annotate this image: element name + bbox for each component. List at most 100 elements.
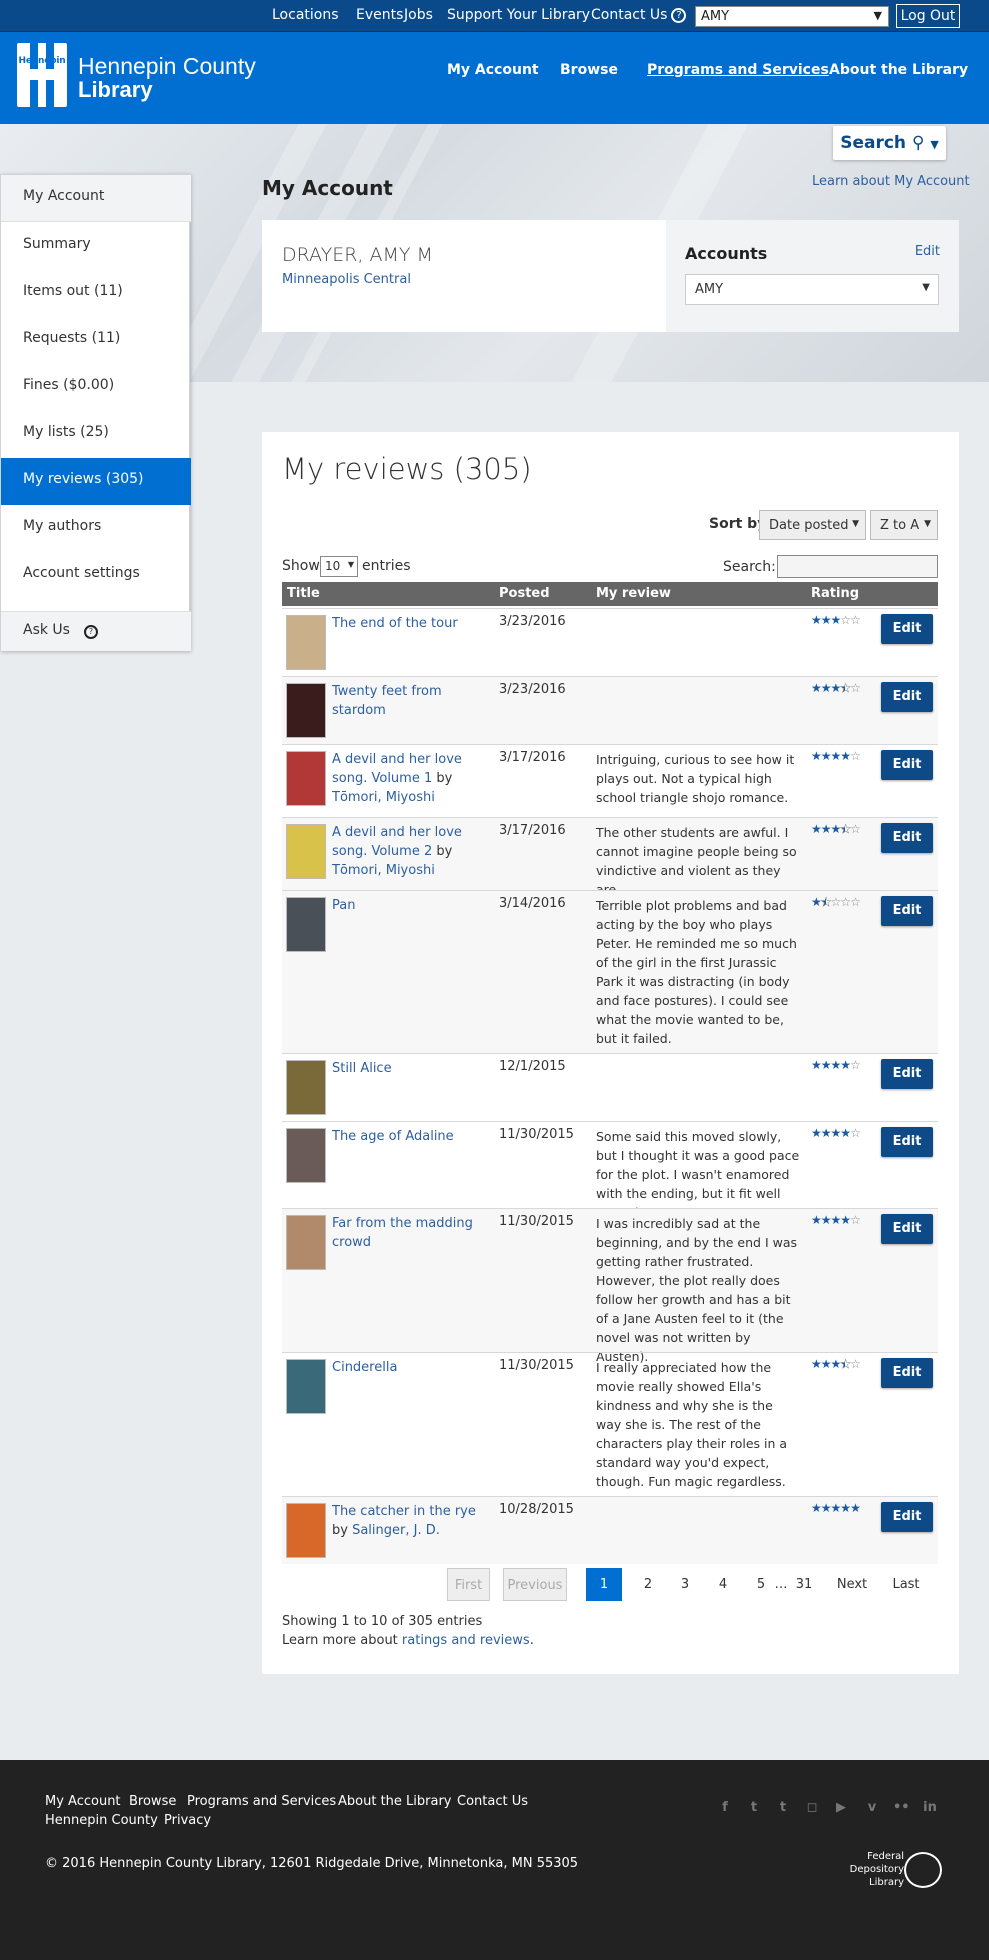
edit-review-button[interactable]: Edit: [881, 1127, 933, 1157]
pager-page-31[interactable]: 31: [789, 1568, 819, 1601]
star-icon: ★: [820, 681, 832, 695]
accounts-select[interactable]: AMY ▼: [685, 274, 939, 305]
by-label: by: [332, 1523, 353, 1538]
author-link[interactable]: Tōmori, Miyoshi: [332, 790, 435, 805]
cover-image[interactable]: [286, 897, 326, 952]
edit-review-button[interactable]: Edit: [881, 682, 933, 712]
star-icon: ★: [820, 1501, 832, 1515]
cover-image[interactable]: [286, 683, 326, 738]
utility-link-jobs[interactable]: Jobs: [404, 7, 433, 23]
cover-image[interactable]: [286, 615, 326, 670]
column-header-posted[interactable]: Posted: [499, 586, 550, 601]
footer-link-my-account[interactable]: My Account: [45, 1794, 121, 1809]
instagram-icon[interactable]: ◻: [804, 1800, 820, 1816]
sidebar-item-fines[interactable]: Fines ($0.00): [1, 364, 191, 411]
title-link[interactable]: Far from the madding crowd: [332, 1214, 482, 1252]
edit-review-button[interactable]: Edit: [881, 823, 933, 853]
title-link[interactable]: Twenty feet from stardom: [332, 682, 482, 720]
pager-previous[interactable]: Previous: [503, 1568, 567, 1601]
title-link[interactable]: Cinderella: [332, 1358, 482, 1377]
vimeo-icon[interactable]: v: [864, 1800, 880, 1816]
utility-link-contact[interactable]: Contact Us?: [591, 7, 687, 23]
footer-link-hennepin-county[interactable]: Hennepin County: [45, 1813, 158, 1828]
author-link[interactable]: Tōmori, Miyoshi: [332, 863, 435, 878]
sidebar-item-ask-us[interactable]: Ask Us?: [1, 611, 191, 651]
edit-review-button[interactable]: Edit: [881, 1502, 933, 1532]
title-link[interactable]: The end of the tour: [332, 614, 482, 633]
title-link[interactable]: Pan: [332, 896, 482, 915]
flickr-icon[interactable]: ••: [893, 1800, 910, 1816]
ratings-and-reviews-link[interactable]: ratings and reviews: [402, 1633, 530, 1648]
utility-link-support[interactable]: Support Your Library: [447, 7, 590, 23]
cover-image[interactable]: [286, 824, 326, 879]
nav-my-account[interactable]: My Account: [447, 62, 539, 78]
table-search-input[interactable]: [777, 555, 938, 578]
logout-button[interactable]: Log Out: [896, 4, 960, 28]
sidebar-item-my-lists[interactable]: My lists (25): [1, 411, 191, 458]
edit-review-button[interactable]: Edit: [881, 896, 933, 926]
utility-link-locations[interactable]: Locations: [272, 7, 339, 23]
sort-field-select[interactable]: Date posted ▼: [759, 510, 866, 540]
title-link[interactable]: A devil and her love song. Volume 2 by T…: [332, 823, 482, 880]
cover-image[interactable]: [286, 1060, 326, 1115]
sidebar-item-account-settings[interactable]: Account settings: [1, 552, 191, 599]
edit-review-button[interactable]: Edit: [881, 750, 933, 780]
sidebar-item-items-out[interactable]: Items out (11): [1, 270, 191, 317]
nav-about-the-library[interactable]: About the Library: [829, 62, 968, 78]
star-icon: ★: [820, 1357, 832, 1371]
sidebar-item-requests[interactable]: Requests (11): [1, 317, 191, 364]
tumblr-icon[interactable]: t: [775, 1800, 791, 1816]
sidebar-item-summary[interactable]: Summary: [1, 223, 191, 270]
sidebar-item-my-reviews[interactable]: My reviews (305): [1, 458, 191, 505]
learn-about-my-account-link[interactable]: Learn about My Account: [812, 174, 970, 189]
pager-last[interactable]: Last: [886, 1568, 926, 1601]
cover-image[interactable]: [286, 1359, 326, 1414]
accounts-edit-link[interactable]: Edit: [915, 244, 940, 259]
sort-order-select[interactable]: Z to A ▼: [870, 510, 938, 540]
search-toggle-button[interactable]: Search ⚲ ▼: [833, 126, 946, 160]
author-link[interactable]: Salinger, J. D.: [352, 1523, 440, 1538]
column-header-rating[interactable]: Rating: [811, 586, 859, 601]
pager-page-5[interactable]: 5: [748, 1568, 774, 1601]
title-link[interactable]: The age of Adaline: [332, 1127, 482, 1146]
cover-image[interactable]: [286, 1503, 326, 1558]
nav-programs-and-services[interactable]: Programs and Services: [647, 62, 829, 78]
edit-review-button[interactable]: Edit: [881, 1059, 933, 1089]
nav-browse[interactable]: Browse: [560, 62, 618, 78]
star-icon: ★: [830, 681, 842, 695]
twitter-icon[interactable]: t: [746, 1800, 762, 1816]
pager-page-2[interactable]: 2: [635, 1568, 661, 1601]
footer-link-programs[interactable]: Programs and Services: [187, 1794, 336, 1809]
pager-page-4[interactable]: 4: [710, 1568, 736, 1601]
account-switcher-select[interactable]: AMY ▼: [695, 6, 889, 27]
star-icon: ★: [820, 822, 832, 836]
cover-image[interactable]: [286, 751, 326, 806]
youtube-icon[interactable]: ▶: [833, 1800, 849, 1816]
title-link[interactable]: A devil and her love song. Volume 1 by T…: [332, 750, 482, 807]
edit-review-button[interactable]: Edit: [881, 614, 933, 644]
footer-link-about[interactable]: About the Library: [338, 1794, 452, 1809]
home-branch-link[interactable]: Minneapolis Central: [282, 272, 411, 287]
utility-link-events[interactable]: Events: [356, 7, 403, 23]
pager-first[interactable]: First: [447, 1568, 490, 1601]
title-link[interactable]: Still Alice: [332, 1059, 482, 1078]
column-header-my-review[interactable]: My review: [596, 586, 671, 601]
linkedin-icon[interactable]: in: [922, 1800, 938, 1816]
title-link[interactable]: The catcher in the rye by Salinger, J. D…: [332, 1502, 482, 1540]
sidebar-item-my-authors[interactable]: My authors: [1, 505, 191, 552]
pager-next[interactable]: Next: [830, 1568, 874, 1601]
edit-review-button[interactable]: Edit: [881, 1358, 933, 1388]
cover-image[interactable]: [286, 1215, 326, 1270]
sort-field-value: Date posted: [769, 518, 849, 533]
page-size-select[interactable]: 10 ▼: [320, 556, 358, 577]
sidebar-item-my-account[interactable]: My Account: [1, 175, 191, 222]
footer-link-privacy[interactable]: Privacy: [164, 1813, 211, 1828]
facebook-icon[interactable]: f: [717, 1800, 733, 1816]
footer-link-contact[interactable]: Contact Us: [457, 1794, 528, 1809]
pager-page-3[interactable]: 3: [672, 1568, 698, 1601]
edit-review-button[interactable]: Edit: [881, 1214, 933, 1244]
column-header-title[interactable]: Title: [287, 586, 320, 601]
footer-link-browse[interactable]: Browse: [129, 1794, 176, 1809]
pager-page-1[interactable]: 1: [586, 1568, 622, 1601]
cover-image[interactable]: [286, 1128, 326, 1183]
